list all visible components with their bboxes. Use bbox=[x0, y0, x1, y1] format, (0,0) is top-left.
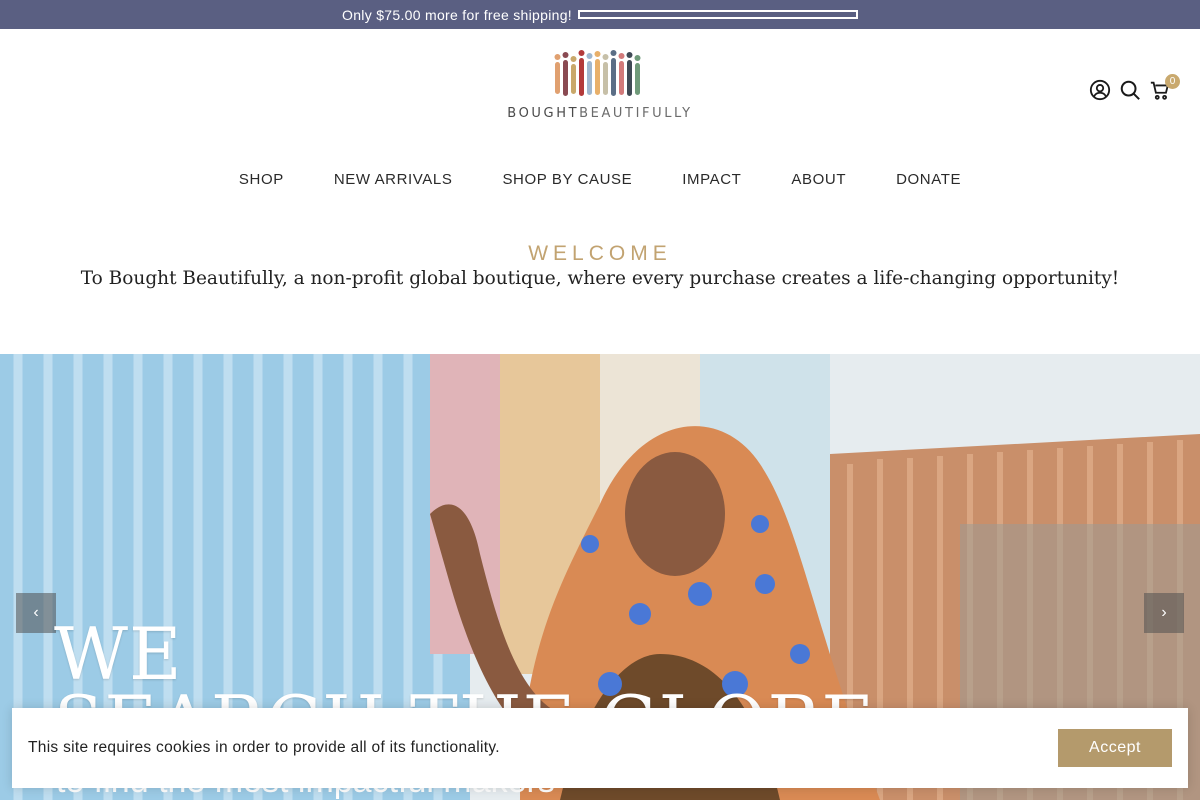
account-icon[interactable] bbox=[1088, 76, 1112, 104]
nav-impact[interactable]: IMPACT bbox=[682, 168, 741, 192]
logo-word-bold: BOUGHT bbox=[507, 106, 580, 121]
free-shipping-text: Only $75.00 more for free shipping! bbox=[342, 6, 572, 23]
search-icon[interactable] bbox=[1118, 76, 1142, 104]
logo-wordmark: BOUGHTBEAUTIFULLY bbox=[507, 106, 692, 121]
nav-about[interactable]: ABOUT bbox=[791, 168, 846, 192]
slide-next-button[interactable]: › bbox=[1144, 593, 1184, 633]
nav-donate[interactable]: DONATE bbox=[896, 168, 961, 192]
logo-figures-icon bbox=[554, 50, 641, 96]
cart-icon[interactable]: 0 bbox=[1148, 74, 1180, 104]
logo-word-light: BEAUTIFULLY bbox=[579, 106, 693, 121]
announcement-bar: Only $75.00 more for free shipping! bbox=[0, 0, 1200, 29]
nav-new-arrivals[interactable]: NEW ARRIVALS bbox=[334, 168, 453, 192]
header-icons: 0 bbox=[1088, 74, 1180, 104]
welcome-title: WELCOME bbox=[528, 242, 672, 265]
nav-shop-by-cause[interactable]: SHOP BY CAUSE bbox=[502, 168, 632, 192]
free-shipping-progress-bar bbox=[577, 10, 858, 19]
cookie-banner: This site requires cookies in order to p… bbox=[12, 708, 1188, 788]
slide-prev-button[interactable]: ‹ bbox=[16, 593, 56, 633]
nav-shop[interactable]: SHOP bbox=[239, 168, 284, 192]
cookie-text: This site requires cookies in order to p… bbox=[28, 739, 500, 756]
cart-count-badge: 0 bbox=[1165, 74, 1180, 89]
site-logo[interactable]: BOUGHTBEAUTIFULLY bbox=[500, 48, 700, 130]
cookie-accept-button[interactable]: Accept bbox=[1058, 729, 1172, 767]
main-nav: SHOP NEW ARRIVALS SHOP BY CAUSE IMPACT A… bbox=[0, 168, 1200, 192]
welcome-subtitle: To Bought Beautifully, a non-profit glob… bbox=[80, 268, 1120, 289]
hero-headline-line1: WE bbox=[54, 612, 183, 696]
